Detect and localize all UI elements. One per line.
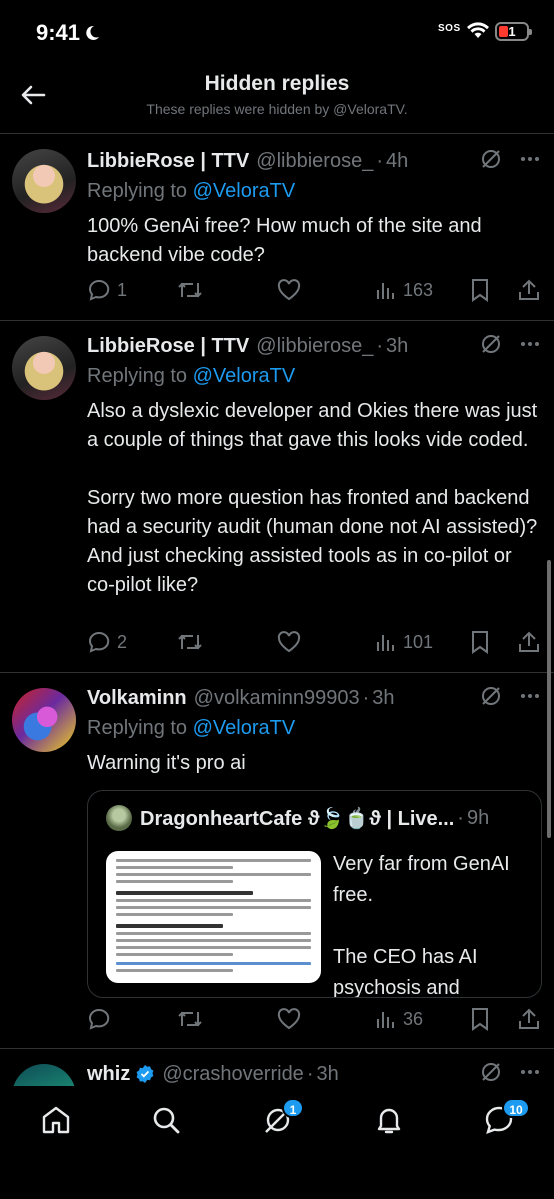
share-icon[interactable] bbox=[518, 630, 540, 654]
page-header: Hidden replies These replies were hidden… bbox=[0, 66, 554, 134]
tweet[interactable]: LibbieRose | TTV @libbierose_ · 4h Reply… bbox=[0, 134, 554, 321]
views-icon bbox=[377, 283, 394, 299]
author-name[interactable]: whiz bbox=[87, 1063, 130, 1086]
tweet[interactable]: LibbieRose | TTV @libbierose_ · 3h Reply… bbox=[0, 321, 554, 673]
views-icon bbox=[377, 1012, 394, 1028]
hide-reply-icon[interactable] bbox=[480, 685, 502, 707]
author-handle[interactable]: @libbierose_ bbox=[256, 150, 373, 173]
avatar[interactable] bbox=[12, 336, 76, 400]
quoted-tweet[interactable]: DragonheartCafe ϑ🍃🍵ϑ | Live... · 9h Very… bbox=[87, 790, 542, 998]
author-handle[interactable]: @crashoverride bbox=[162, 1063, 303, 1086]
views-button[interactable]: 101 bbox=[375, 631, 433, 653]
home-icon[interactable] bbox=[40, 1104, 72, 1136]
reply-button[interactable]: 1 bbox=[87, 278, 127, 302]
retweet-button[interactable] bbox=[177, 279, 209, 301]
tweet-time[interactable]: 3h bbox=[386, 335, 408, 358]
replying-to: Replying to @VeloraTV bbox=[87, 717, 296, 739]
like-icon bbox=[277, 631, 301, 653]
avatar[interactable] bbox=[12, 688, 76, 752]
more-icon[interactable] bbox=[520, 693, 540, 699]
tweet-time[interactable]: 3h bbox=[372, 687, 394, 710]
bell-icon[interactable] bbox=[373, 1104, 405, 1136]
hide-reply-icon[interactable] bbox=[480, 148, 502, 170]
author-name[interactable]: LibbieRose | TTV bbox=[87, 335, 249, 358]
reply-count: 1 bbox=[117, 279, 128, 300]
replying-to-link[interactable]: @VeloraTV bbox=[193, 717, 296, 739]
author-name[interactable]: LibbieRose | TTV bbox=[87, 150, 249, 173]
like-button[interactable] bbox=[277, 1008, 307, 1030]
bookmark-icon[interactable] bbox=[470, 278, 490, 302]
views-icon bbox=[377, 635, 394, 651]
quoted-author-name: DragonheartCafe ϑ🍃🍵ϑ | Live... bbox=[140, 807, 455, 830]
battery-icon: 1 bbox=[495, 22, 532, 41]
views-button[interactable]: 163 bbox=[375, 279, 433, 301]
views-count: 36 bbox=[403, 1008, 424, 1029]
tweet[interactable]: Volkaminn @volkaminn99903 · 3h Replying … bbox=[0, 673, 554, 1049]
wifi-icon bbox=[467, 22, 489, 38]
like-icon bbox=[277, 1008, 301, 1030]
tweet-text: 100% GenAi free? How much of the site an… bbox=[87, 215, 488, 266]
views-count: 101 bbox=[403, 631, 434, 652]
share-icon[interactable] bbox=[518, 1007, 540, 1031]
replying-to-link[interactable]: @VeloraTV bbox=[193, 180, 296, 202]
retweet-icon bbox=[178, 634, 202, 650]
reply-button[interactable]: 2 bbox=[87, 630, 127, 654]
tweet[interactable]: whiz @crashoverride · 3h bbox=[0, 1049, 554, 1089]
replying-to: Replying to @VeloraTV bbox=[87, 180, 296, 202]
scrollbar[interactable] bbox=[547, 560, 551, 838]
reply-icon bbox=[88, 1008, 110, 1030]
status-bar: 9:41 SOS 1 bbox=[0, 0, 554, 66]
retweet-button[interactable] bbox=[177, 1008, 209, 1030]
retweet-icon bbox=[178, 1011, 202, 1027]
tweet-text: Warning it's pro ai bbox=[87, 752, 246, 774]
views-count: 163 bbox=[403, 279, 434, 300]
tweet-time[interactable]: 4h bbox=[386, 150, 408, 173]
messages-badge: 10 bbox=[502, 1098, 530, 1118]
hide-reply-icon[interactable] bbox=[480, 333, 502, 355]
like-button[interactable] bbox=[277, 631, 307, 653]
search-icon[interactable] bbox=[150, 1104, 182, 1136]
author-name[interactable]: Volkaminn bbox=[87, 687, 187, 710]
author-handle[interactable]: @libbierose_ bbox=[256, 335, 373, 358]
replying-to-link[interactable]: @VeloraTV bbox=[193, 365, 296, 387]
like-button[interactable] bbox=[277, 279, 307, 301]
page-subtitle: These replies were hidden by @VeloraTV. bbox=[146, 101, 408, 117]
more-icon[interactable] bbox=[520, 341, 540, 347]
moon-icon bbox=[86, 25, 100, 40]
tweet-text: Also a dyslexic developer and Okies ther… bbox=[87, 400, 538, 596]
reply-icon bbox=[88, 631, 110, 653]
bookmark-icon[interactable] bbox=[470, 1007, 490, 1031]
bookmark-icon[interactable] bbox=[470, 630, 490, 654]
replying-to: Replying to @VeloraTV bbox=[87, 365, 296, 387]
battery-level: 1 bbox=[508, 24, 516, 39]
page-title: Hidden replies bbox=[204, 72, 350, 95]
reply-button[interactable] bbox=[87, 1007, 117, 1031]
quoted-time: 9h bbox=[466, 806, 490, 829]
bottom-tab-bar: 1 10 bbox=[0, 1086, 554, 1199]
sos-indicator: SOS bbox=[438, 23, 461, 34]
verified-badge-icon bbox=[136, 1065, 154, 1083]
more-icon[interactable] bbox=[520, 1069, 540, 1075]
reply-icon bbox=[88, 279, 110, 301]
quoted-image[interactable] bbox=[106, 851, 321, 983]
quoted-text: Very far from GenAI free. The CEO has AI… bbox=[333, 853, 510, 998]
author-handle[interactable]: @volkaminn99903 bbox=[194, 687, 360, 710]
like-icon bbox=[277, 279, 301, 301]
status-time: 9:41 bbox=[36, 20, 100, 46]
retweet-button[interactable] bbox=[177, 631, 209, 653]
views-button[interactable]: 36 bbox=[375, 1008, 423, 1030]
tweet-time[interactable]: 3h bbox=[316, 1063, 338, 1086]
share-icon[interactable] bbox=[518, 278, 540, 302]
avatar[interactable] bbox=[12, 149, 76, 213]
retweet-icon bbox=[178, 282, 202, 298]
more-icon[interactable] bbox=[520, 156, 540, 162]
hide-reply-icon[interactable] bbox=[480, 1061, 502, 1083]
quoted-avatar bbox=[106, 805, 132, 831]
reply-count: 2 bbox=[117, 631, 128, 652]
grok-badge: 1 bbox=[282, 1098, 304, 1118]
